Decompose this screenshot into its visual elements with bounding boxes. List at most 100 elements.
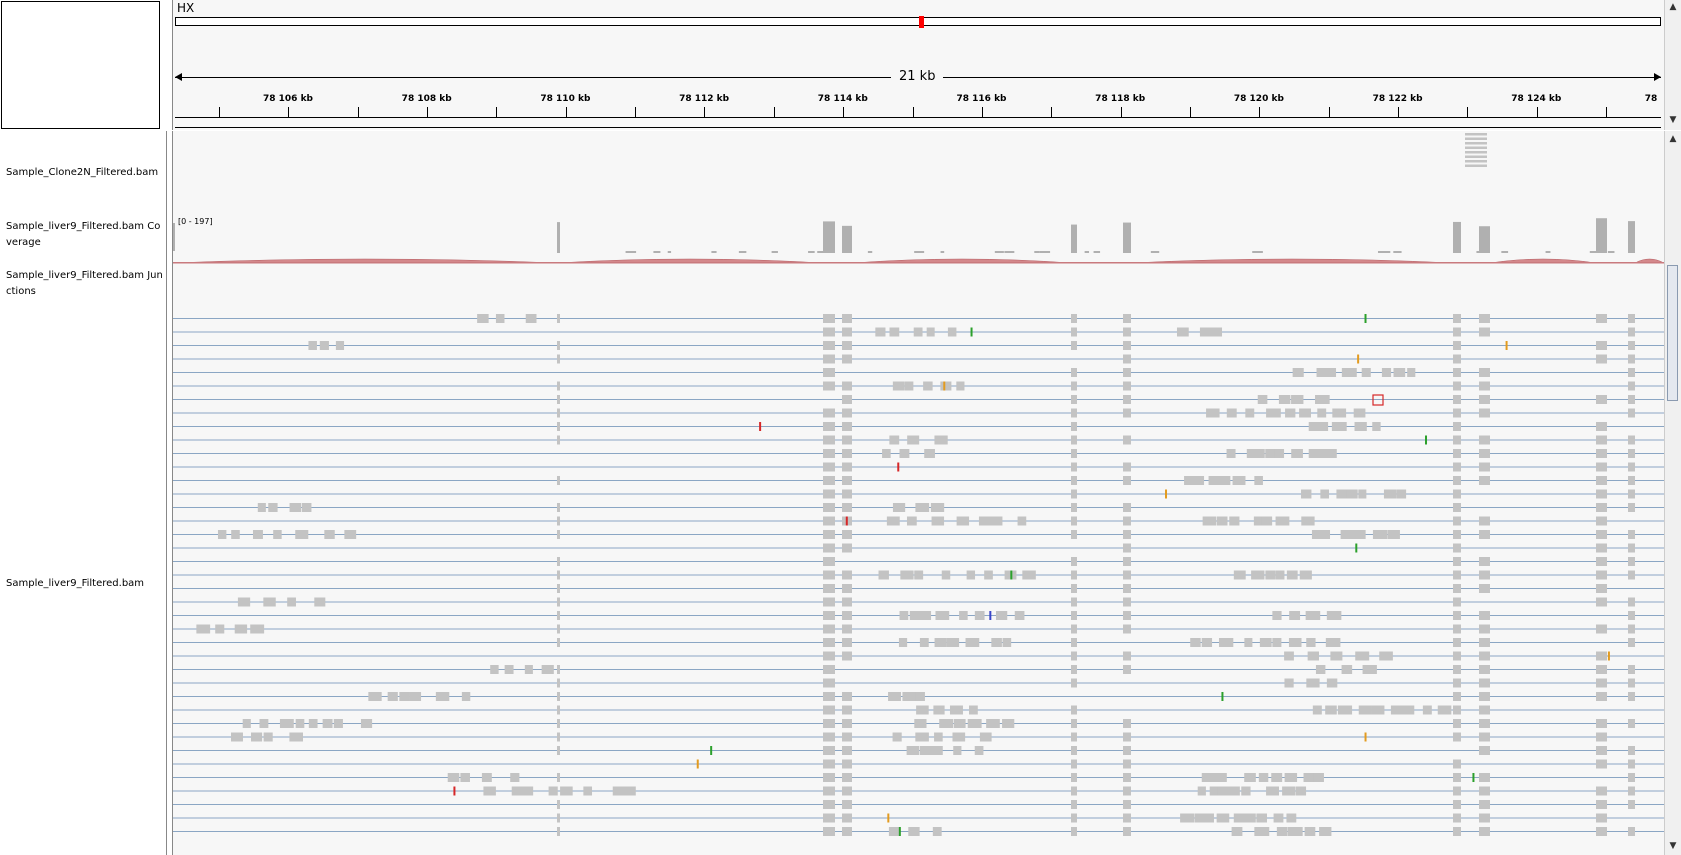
aligned-read (560, 786, 573, 796)
aligned-read (1596, 489, 1607, 499)
split-read-line (173, 399, 1664, 400)
mismatch-mark (1221, 692, 1224, 701)
aligned-read (1596, 462, 1607, 472)
mismatch-mark (759, 422, 762, 431)
aligned-read (924, 449, 935, 458)
coverage-bar (173, 223, 175, 251)
aligned-read (1479, 827, 1490, 836)
aligned-read (1282, 786, 1296, 796)
aligned-read (947, 327, 957, 337)
aligned-read (1453, 435, 1461, 445)
aligned-read (899, 449, 910, 458)
tracks-canvas[interactable]: [0 - 197] (173, 131, 1664, 855)
chromosome-ideogram[interactable] (175, 16, 1661, 28)
aligned-read (557, 341, 560, 350)
aligned-read (842, 341, 852, 350)
scrollbar-thumb[interactable] (1667, 265, 1678, 401)
header-scrollbar[interactable]: ▲ ▼ (1664, 0, 1681, 130)
aligned-read (1071, 746, 1077, 755)
arrow-up-icon[interactable]: ▲ (1666, 133, 1680, 145)
aligned-read (324, 530, 335, 539)
coverage-bar (1476, 251, 1486, 253)
aligned-read (1123, 462, 1131, 472)
aligned-read (308, 341, 317, 350)
aligned-read (1325, 705, 1337, 715)
aligned-read (842, 395, 852, 404)
ruler-tick (773, 107, 775, 117)
aligned-read (287, 597, 296, 607)
aligned-read (1596, 395, 1607, 404)
aligned-read (1596, 557, 1607, 566)
aligned-read (892, 732, 902, 742)
aligned-read (1216, 476, 1231, 485)
aligned-read (1071, 678, 1077, 688)
aligned-read (1596, 449, 1607, 458)
aligned-read (842, 773, 852, 782)
coverage-bar (738, 251, 747, 253)
aligned-read (926, 327, 935, 337)
split-read-line (173, 588, 1664, 589)
aligned-read (930, 503, 945, 512)
track-name-clone2n[interactable]: Sample_Clone2N_Filtered.bam (6, 165, 166, 181)
aligned-read (1361, 368, 1371, 377)
aligned-read (1254, 827, 1270, 836)
arrow-down-icon[interactable]: ▼ (1666, 840, 1680, 852)
aligned-read (1276, 827, 1288, 836)
track-scrollbar[interactable]: ▲ ▼ (1664, 131, 1681, 855)
aligned-read (1453, 800, 1461, 809)
aligned-read (1479, 813, 1490, 823)
aligned-read (823, 719, 835, 728)
aligned-read (1123, 584, 1131, 593)
aligned-read (1273, 813, 1284, 823)
aligned-read (1123, 516, 1131, 526)
aligned-read (1628, 759, 1635, 769)
arrow-down-icon[interactable]: ▼ (1666, 114, 1680, 126)
aligned-read (1315, 395, 1330, 404)
aligned-read (273, 530, 282, 539)
aligned-read (1233, 570, 1246, 580)
aligned-read (242, 719, 251, 728)
aligned-read (1628, 449, 1635, 458)
aligned-read (914, 570, 924, 580)
coverage-bar (842, 225, 852, 253)
clone2n-read (1465, 160, 1487, 163)
aligned-read (557, 813, 560, 823)
aligned-read (557, 435, 560, 445)
aligned-read (979, 732, 992, 742)
aligned-read (259, 719, 269, 728)
aligned-read (966, 570, 976, 580)
aligned-read (823, 449, 835, 458)
aligned-read (842, 489, 852, 499)
aligned-read (1479, 705, 1490, 715)
arrow-up-icon[interactable]: ▲ (1666, 1, 1680, 13)
aligned-read (1123, 624, 1131, 634)
track-name-coverage[interactable]: Sample_liver9_Filtered.bam Coverage (6, 219, 166, 251)
aligned-read (483, 786, 496, 796)
aligned-read (1596, 341, 1607, 350)
aligned-read (1071, 422, 1077, 431)
aligned-read (1123, 611, 1131, 620)
aligned-read (1479, 516, 1490, 526)
aligned-read (1123, 773, 1131, 782)
aligned-read (1123, 597, 1131, 607)
aligned-read (941, 570, 951, 580)
aligned-read (1071, 638, 1077, 647)
aligned-read (1628, 327, 1635, 337)
aligned-read (1321, 530, 1331, 539)
aligned-read (1479, 624, 1490, 634)
ruler-tick (1051, 107, 1053, 117)
aligned-read (919, 638, 929, 647)
aligned-read (1387, 530, 1400, 539)
aligned-read (929, 746, 943, 755)
aligned-read (1071, 665, 1077, 674)
aligned-read (1071, 449, 1077, 458)
aligned-read (946, 638, 960, 647)
track-name-junctions[interactable]: Sample_liver9_Filtered.bam Junctions (6, 268, 166, 300)
aligned-read (1453, 368, 1461, 377)
aligned-read (1071, 395, 1077, 404)
aligned-read (1453, 557, 1461, 566)
track-name-alignments[interactable]: Sample_liver9_Filtered.bam (6, 576, 166, 592)
aligned-read (842, 719, 852, 728)
aligned-read (1628, 597, 1635, 607)
aligned-read (583, 786, 593, 796)
